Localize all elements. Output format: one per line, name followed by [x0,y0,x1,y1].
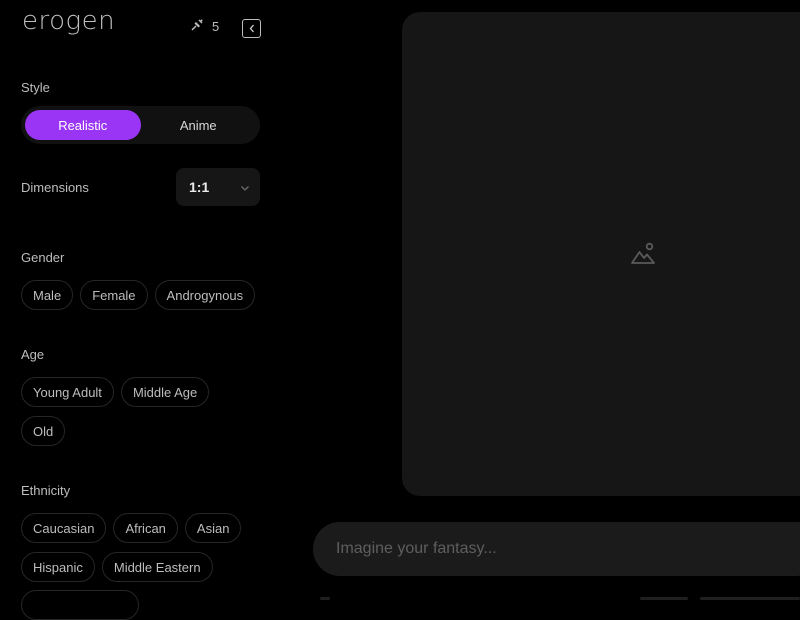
ethnicity-options-row-2: Hispanic Middle Eastern [21,552,213,582]
style-label: Style [21,80,50,95]
sidebar: erogen 5 Style Realistic Anime Dimension… [0,0,280,620]
image-placeholder-icon [630,242,656,271]
sparkle-pin-icon [190,18,204,35]
collapse-sidebar-button[interactable] [242,19,261,38]
prompt-bar [313,522,800,576]
age-options-row-2: Old [21,416,66,446]
style-toggle: Realistic Anime [21,106,260,144]
dimensions-label: Dimensions [21,180,89,195]
ethnicity-chip-asian[interactable]: Asian [184,513,242,543]
ethnicity-chip-caucasian[interactable]: Caucasian [21,513,107,543]
ethnicity-options: Caucasian African Asian [21,513,242,543]
age-chip-young-adult[interactable]: Young Adult [21,377,114,407]
chevron-left-icon [248,20,256,38]
style-option-anime[interactable]: Anime [141,110,257,140]
ethnicity-chip-hispanic[interactable]: Hispanic [21,552,95,582]
age-chip-middle-age[interactable]: Middle Age [120,377,210,407]
ethnicity-chip-middle-eastern[interactable]: Middle Eastern [101,552,213,582]
age-chip-old[interactable]: Old [21,416,66,446]
gender-chip-androgynous[interactable]: Androgynous [154,280,256,310]
ethnicity-label: Ethnicity [21,483,71,498]
dimensions-select[interactable]: 1:1 [176,168,260,206]
age-options: Young Adult Middle Age [21,377,210,407]
ethnicity-chip-more[interactable] [21,590,139,620]
image-preview-panel [402,12,800,496]
gender-chip-male[interactable]: Male [21,280,74,310]
dimensions-value: 1:1 [189,179,210,195]
gender-chip-female[interactable]: Female [80,280,148,310]
prompt-input[interactable] [334,539,778,559]
credits-count: 5 [212,19,220,34]
ethnicity-options-row-3 [21,590,139,620]
gender-label: Gender [21,250,65,265]
age-label: Age [21,347,45,362]
style-option-realistic[interactable]: Realistic [25,110,141,140]
credits-counter[interactable]: 5 [190,18,219,35]
chevron-down-icon [240,179,250,195]
ethnicity-chip-african[interactable]: African [113,513,178,543]
logo[interactable]: erogen [22,6,115,36]
gender-options: Male Female Androgynous [21,280,256,310]
